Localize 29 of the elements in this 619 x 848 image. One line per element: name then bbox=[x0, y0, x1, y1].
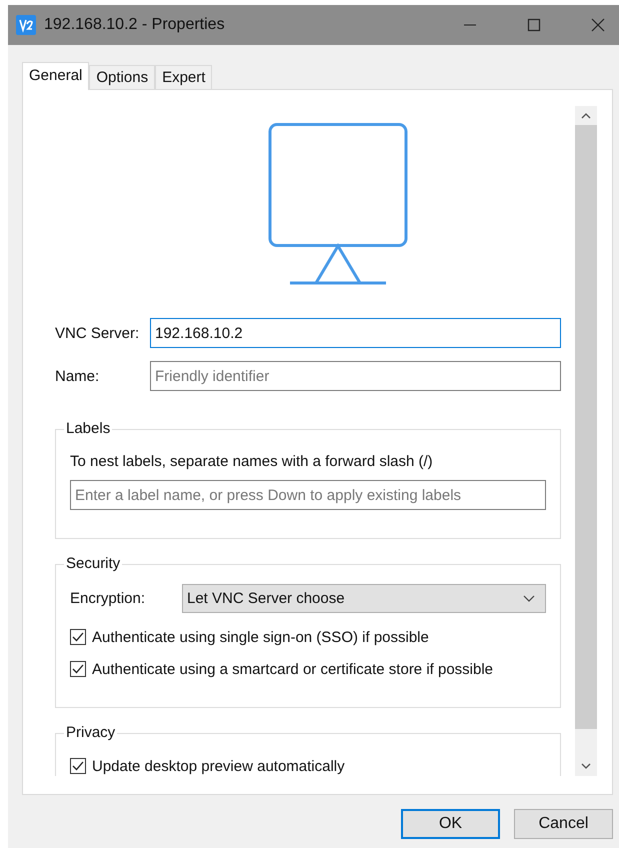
checkbox[interactable] bbox=[70, 661, 86, 677]
group-title: Privacy bbox=[64, 724, 118, 742]
dialog-button[interactable]: OK bbox=[401, 809, 500, 839]
checkbox[interactable] bbox=[70, 629, 86, 645]
checkbox-option[interactable]: Authenticate using single sign-on (SSO) if possible bbox=[70, 621, 546, 653]
input-field[interactable]: 192.168.10.2 bbox=[150, 318, 561, 348]
checkbox[interactable] bbox=[70, 758, 86, 774]
chevron-up-icon[interactable] bbox=[581, 112, 591, 119]
chevron-down-icon[interactable] bbox=[581, 763, 591, 770]
tab[interactable]: Options bbox=[89, 65, 156, 89]
tab[interactable]: Expert bbox=[155, 65, 212, 89]
field-label: Name: bbox=[55, 368, 100, 384]
close-icon[interactable] bbox=[591, 18, 605, 32]
app-icon bbox=[16, 15, 36, 35]
dialog-button[interactable]: Cancel bbox=[514, 809, 613, 839]
maximize-icon[interactable] bbox=[527, 18, 541, 32]
label-input-field[interactable]: Enter a label name, or press Down to apply existing labels bbox=[70, 480, 546, 510]
hint-text: To nest labels, separate names with a forward slash (/) bbox=[70, 453, 434, 470]
group-title: Security bbox=[64, 555, 122, 573]
monitor-icon bbox=[268, 123, 408, 285]
encryption-dropdown[interactable]: Let VNC Server choose bbox=[182, 584, 546, 613]
window-title: 192.168.10.2 - Properties bbox=[44, 16, 226, 34]
checkbox-option[interactable]: Authenticate using a smartcard or certificate store if possible bbox=[70, 653, 546, 685]
input-field[interactable]: Friendly identifier bbox=[150, 361, 561, 391]
tab[interactable]: General bbox=[22, 62, 90, 90]
chevron-down-icon bbox=[523, 594, 535, 602]
field-label: VNC Server: bbox=[55, 324, 140, 342]
checkbox-option[interactable]: Update desktop preview automatically bbox=[70, 750, 546, 776]
encryption-label: Encryption: bbox=[70, 590, 146, 607]
